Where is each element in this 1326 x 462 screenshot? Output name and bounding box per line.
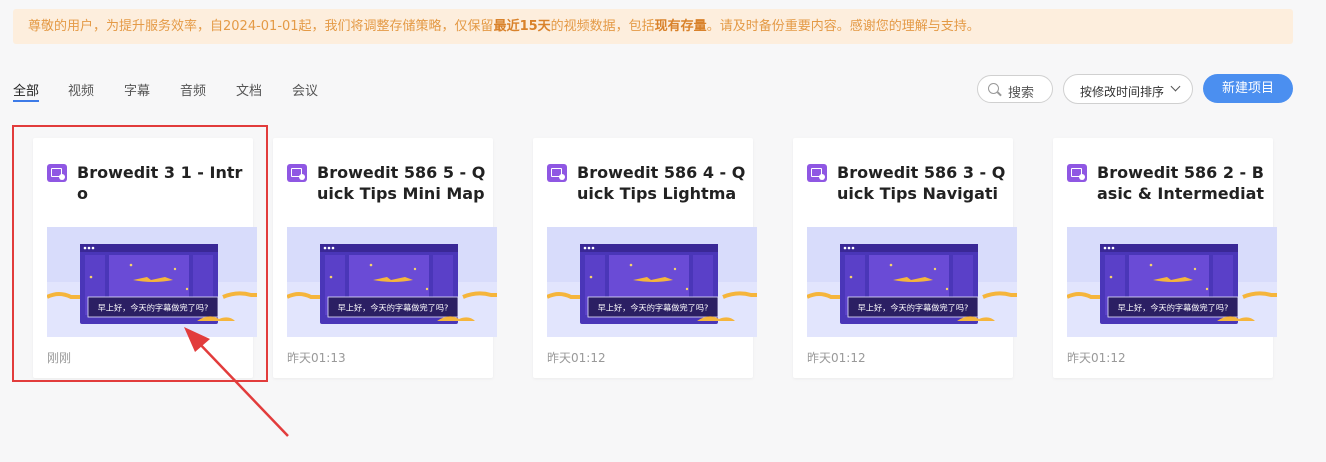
annotation-arrow-icon — [184, 327, 289, 437]
